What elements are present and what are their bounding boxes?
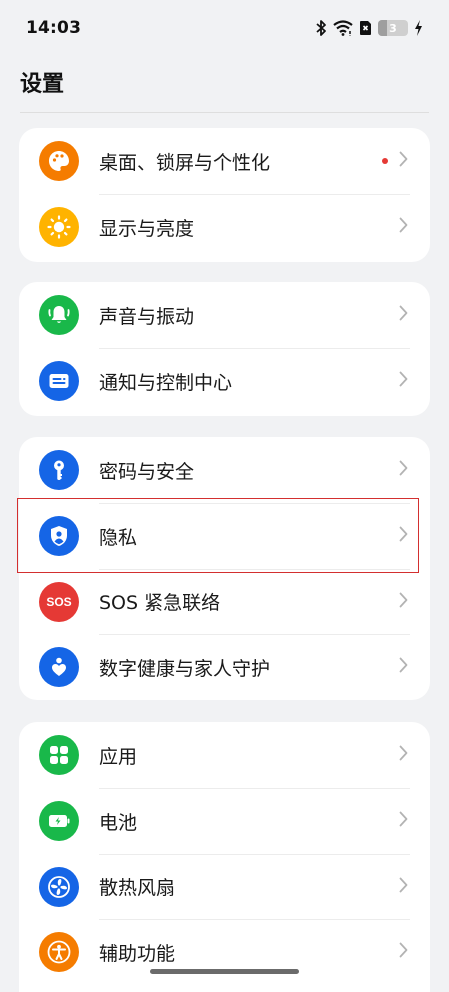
battery-charging-icon <box>39 801 79 841</box>
chevron-right-icon <box>399 305 408 325</box>
settings-item-label: 隐私 <box>99 526 138 549</box>
settings-item-digital-wellbeing[interactable]: 数字健康与家人守护 <box>19 634 430 700</box>
key-icon <box>39 450 79 490</box>
settings-item-sos-emergency[interactable]: SOS SOS 紧急联络 <box>19 569 430 634</box>
accessibility-icon <box>39 932 79 972</box>
bluetooth-icon <box>316 20 327 36</box>
settings-item-label: 数字健康与家人守护 <box>99 657 271 680</box>
chevron-right-icon <box>399 657 408 677</box>
chevron-right-icon <box>399 460 408 480</box>
settings-item-label: 通知与控制中心 <box>99 371 233 394</box>
chevron-right-icon <box>399 592 408 612</box>
settings-item-apps[interactable]: 应用 <box>19 722 430 788</box>
status-icons: 3 <box>316 20 423 36</box>
settings-item-privacy[interactable]: 隐私 <box>19 503 430 569</box>
settings-item-label: 电池 <box>99 811 138 834</box>
status-bar: 14:03 3 <box>0 0 449 56</box>
settings-group-sound-notification: 声音与振动 通知与控制中心 <box>19 282 430 416</box>
settings-item-display-brightness[interactable]: 显示与亮度 <box>19 194 430 260</box>
chevron-right-icon <box>399 811 408 831</box>
new-badge-dot <box>382 158 388 164</box>
settings-item-label: 桌面、锁屏与个性化 <box>99 151 271 174</box>
home-indicator[interactable] <box>150 969 299 974</box>
settings-group-apps-system: 应用 电池 散热风扇 辅助功能 <box>19 722 430 992</box>
privacy-shield-icon <box>39 516 79 556</box>
chevron-right-icon <box>399 371 408 391</box>
digital-wellbeing-icon <box>39 647 79 687</box>
settings-group-security-privacy: 密码与安全 隐私 SOS SOS 紧急联络 数字健康与家人守护 <box>19 437 430 700</box>
settings-item-label: 密码与安全 <box>99 460 195 483</box>
fan-icon <box>39 866 79 907</box>
settings-item-accessibility[interactable]: 辅助功能 <box>19 919 430 985</box>
settings-item-password-security[interactable]: 密码与安全 <box>19 437 430 503</box>
settings-item-label: 显示与亮度 <box>99 217 195 240</box>
chevron-right-icon <box>399 151 408 171</box>
settings-item-notification-control-center[interactable]: 通知与控制中心 <box>19 348 430 414</box>
settings-item-label: SOS 紧急联络 <box>99 592 221 614</box>
status-time: 14:03 <box>26 18 82 38</box>
settings-item-sound-vibration[interactable]: 声音与振动 <box>19 282 430 348</box>
chevron-right-icon <box>399 526 408 546</box>
sos-icon-text: SOS <box>46 594 72 609</box>
battery-icon: 3 <box>378 20 408 36</box>
chevron-right-icon <box>399 942 408 962</box>
header-divider <box>20 112 429 113</box>
apps-icon <box>39 735 79 775</box>
chevron-right-icon <box>399 877 408 897</box>
sos-icon: SOS <box>39 581 79 622</box>
battery-level: 3 <box>389 21 397 35</box>
charging-icon <box>414 20 423 36</box>
no-sim-icon <box>359 20 372 36</box>
page-title: 设置 <box>20 72 65 97</box>
settings-item-label: 辅助功能 <box>99 942 176 965</box>
settings-item-label: 声音与振动 <box>99 305 195 328</box>
settings-item-label: 散热风扇 <box>99 877 176 899</box>
sun-icon <box>39 207 79 247</box>
settings-group-personalization: 桌面、锁屏与个性化 显示与亮度 <box>19 128 430 262</box>
chevron-right-icon <box>399 217 408 237</box>
wifi-icon <box>333 20 353 36</box>
settings-item-label: 应用 <box>99 745 138 768</box>
chevron-right-icon <box>399 745 408 765</box>
notification-icon <box>39 361 79 401</box>
settings-item-cooling-fan[interactable]: 散热风扇 <box>19 854 430 919</box>
palette-icon <box>39 141 79 181</box>
settings-item-wallpaper-personalization[interactable]: 桌面、锁屏与个性化 <box>19 128 430 194</box>
settings-item-battery[interactable]: 电池 <box>19 788 430 854</box>
bell-icon <box>39 295 79 335</box>
